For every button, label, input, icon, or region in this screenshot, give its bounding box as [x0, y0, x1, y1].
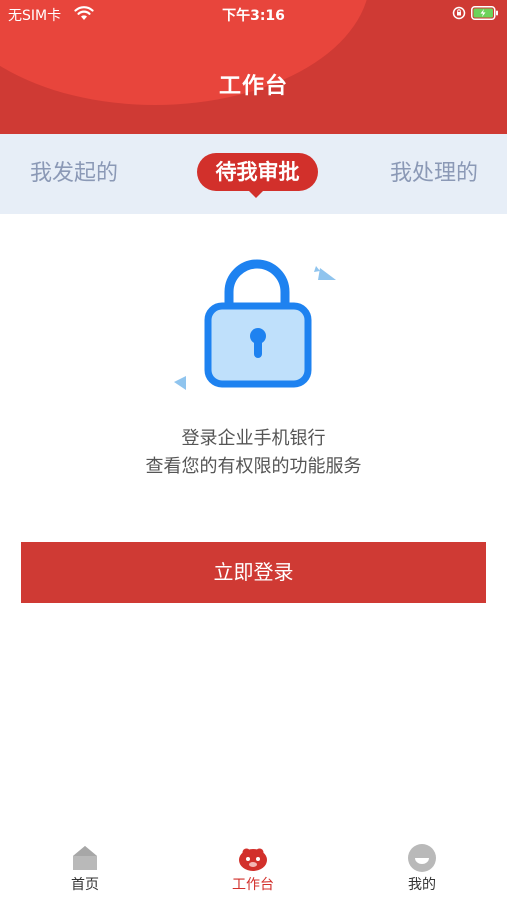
nav-item-workbench[interactable]: 工作台: [203, 838, 303, 900]
approval-tabs: 我发起的 待我审批 我处理的: [0, 134, 507, 214]
login-prompt-line2: 查看您的有权限的功能服务: [145, 456, 362, 477]
login-prompt-message: 登录企业手机银行 查看您的有权限的功能服务: [0, 425, 507, 481]
login-button[interactable]: 立即登录: [21, 542, 486, 603]
nav-label-home: 首页: [71, 877, 99, 893]
active-tab-pointer: [248, 190, 264, 198]
nav-label-workbench: 工作台: [232, 877, 274, 893]
tab-pending-approval-label: 待我审批: [215, 160, 300, 184]
status-bar: 无SIM卡 下午3:16: [0, 0, 507, 28]
page-title: 工作台: [218, 74, 288, 99]
nav-item-profile[interactable]: 我的: [372, 838, 472, 900]
app-header: 无SIM卡 下午3:16 工作台: [0, 0, 507, 134]
nav-item-home[interactable]: 首页: [35, 838, 135, 900]
lock-illustration-icon: [174, 259, 336, 390]
battery-icon: [471, 6, 498, 20]
login-prompt-line1: 登录企业手机银行: [181, 428, 326, 449]
nav-label-profile: 我的: [408, 877, 436, 893]
bottom-navigation: 首页 工作台 我的: [0, 838, 507, 900]
home-icon: [73, 846, 97, 870]
tab-initiated[interactable]: 我发起的: [30, 134, 118, 214]
tab-handled[interactable]: 我处理的: [390, 134, 478, 214]
rotation-lock-icon: [452, 6, 466, 20]
tab-pending-approval[interactable]: 待我审批: [197, 153, 318, 198]
profile-icon: [408, 844, 436, 872]
status-time: 下午3:16: [222, 8, 285, 24]
workbench-icon: [239, 848, 267, 871]
